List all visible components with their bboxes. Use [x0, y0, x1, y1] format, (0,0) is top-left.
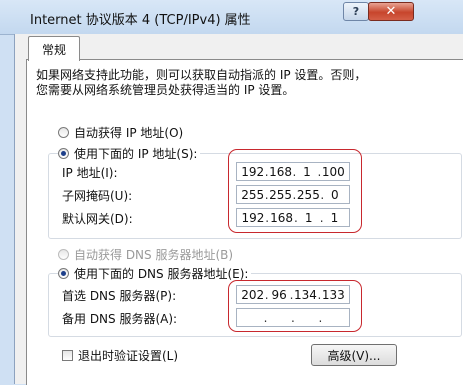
- alternate-dns-input[interactable]: . . .: [236, 308, 350, 327]
- ip-octet: 192: [241, 210, 265, 225]
- ip-address-label: IP 地址(I):: [62, 165, 118, 180]
- radio-circle-icon: [58, 248, 69, 260]
- radio-selected-icon: [58, 267, 69, 279]
- preferred-dns-input[interactable]: 202. 96. 134. 133: [236, 285, 350, 304]
- description-line-1: 如果网络支持此功能，则可以获取自动指派的 IP 设置。否则，: [36, 68, 367, 82]
- ip-octet: 1: [303, 164, 311, 179]
- ip-octet: 192: [241, 164, 265, 179]
- dns-server-group: [48, 273, 462, 337]
- title-bar: Internet 协议版本 4 (TCP/IPv4) 属性 ? ✕: [0, 0, 463, 35]
- ip-octet: 0: [330, 187, 339, 202]
- description-text: 如果网络支持此功能，则可以获取自动指派的 IP 设置。否则， 您需要从网络系统管…: [36, 68, 456, 98]
- checkbox-icon: [62, 349, 73, 361]
- ip-octet: 255: [296, 187, 320, 202]
- preferred-dns-label: 首选 DNS 服务器(P):: [62, 288, 177, 303]
- ip-octet: 168: [269, 164, 292, 179]
- ip-octet: 1: [330, 210, 339, 225]
- ip-octet: 134: [294, 287, 317, 302]
- advanced-button[interactable]: 高级(V)...: [311, 344, 397, 366]
- default-gateway-label: 默认网关(D):: [62, 211, 133, 226]
- validate-on-exit-checkbox[interactable]: 退出时验证设置(L): [62, 347, 178, 363]
- auto-dns-label: 自动获得 DNS 服务器地址(B): [74, 247, 234, 262]
- default-gateway-input[interactable]: 192. 168. 1. 1: [236, 208, 350, 227]
- ip-octet: 255: [269, 187, 292, 202]
- ip-octet: 100: [321, 164, 345, 179]
- manual-ip-radio[interactable]: 使用下面的 IP 地址(S):: [58, 145, 201, 161]
- subnet-mask-input[interactable]: 255. 255. 255. 0: [236, 185, 350, 204]
- ip-octet: 96: [271, 287, 287, 302]
- ip-octet: 133: [321, 287, 345, 302]
- manual-dns-radio[interactable]: 使用下面的 DNS 服务器地址(E):: [58, 265, 252, 281]
- ip-octet: 255: [241, 187, 265, 202]
- tab-general[interactable]: 常规: [28, 36, 80, 61]
- ip-octet: 168: [270, 210, 293, 225]
- subnet-mask-label: 子网掩码(U):: [62, 188, 133, 203]
- help-button[interactable]: ?: [343, 2, 369, 21]
- alternate-dns-label: 备用 DNS 服务器(A):: [62, 311, 178, 326]
- manual-ip-label: 使用下面的 IP 地址(S):: [74, 146, 198, 161]
- auto-dns-radio[interactable]: 自动获得 DNS 服务器地址(B): [58, 246, 237, 262]
- ip-address-input[interactable]: 192. 168. 1. 100: [236, 162, 350, 181]
- auto-ip-label: 自动获得 IP 地址(O): [74, 125, 184, 140]
- validate-on-exit-label: 退出时验证设置(L): [78, 348, 179, 363]
- manual-dns-label: 使用下面的 DNS 服务器地址(E):: [74, 266, 249, 281]
- radio-selected-icon: [58, 147, 69, 159]
- description-line-2: 您需要从网络系统管理员处获得适当的 IP 设置。: [36, 83, 295, 97]
- auto-ip-radio[interactable]: 自动获得 IP 地址(O): [58, 124, 187, 140]
- ip-octet: 202: [241, 287, 265, 302]
- close-button[interactable]: ✕: [368, 2, 414, 21]
- radio-circle-icon: [58, 126, 69, 138]
- window-title: Internet 协议版本 4 (TCP/IPv4) 属性: [30, 13, 251, 28]
- ip-octet: 1: [304, 210, 313, 225]
